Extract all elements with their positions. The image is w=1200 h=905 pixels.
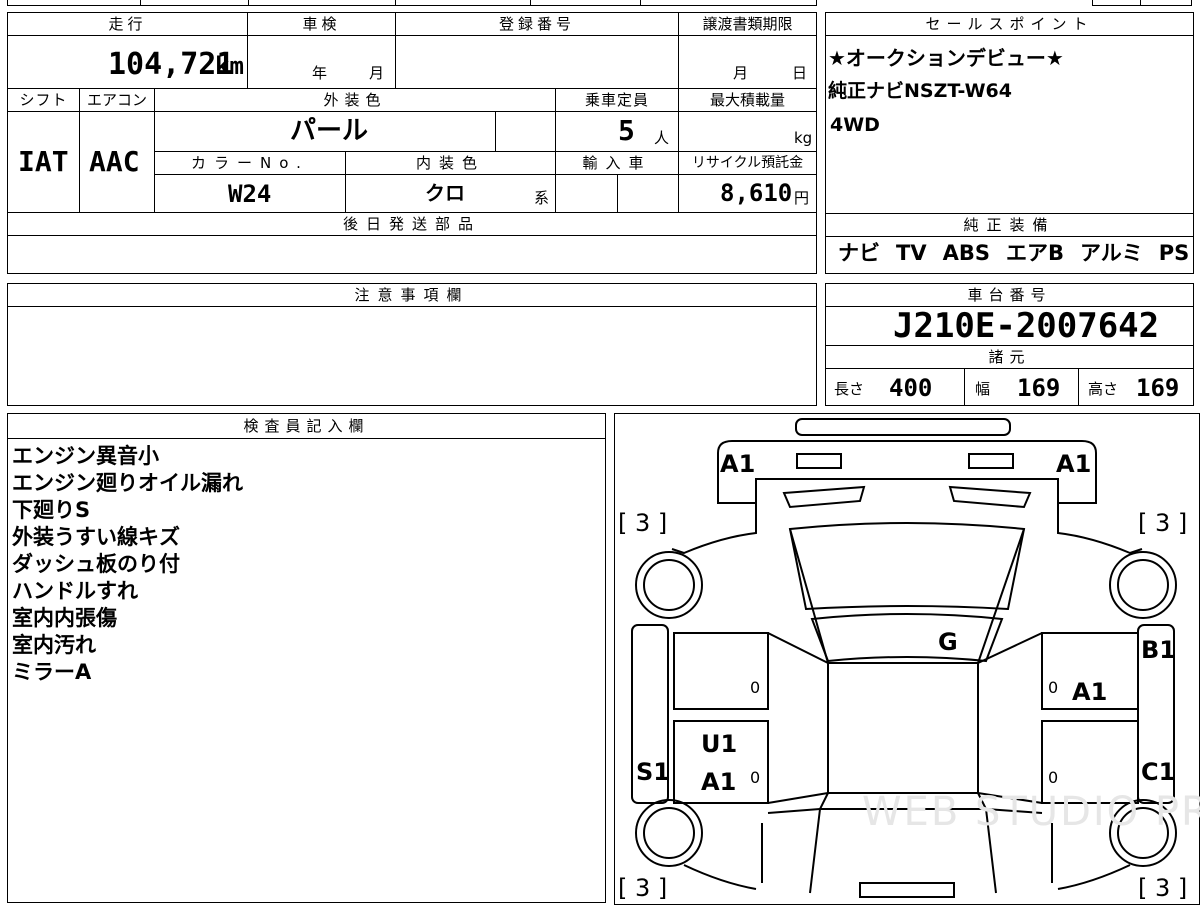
inspector-line: ミラーA: [12, 660, 92, 684]
mileage-unit: km: [215, 52, 244, 80]
mark-door-rr-zero: 0: [1048, 768, 1059, 787]
interior-unit: 系: [534, 189, 550, 207]
chassis-number: J210E-2007642: [893, 306, 1160, 346]
equipment-item: TV: [896, 241, 927, 265]
interior-value: クロ: [425, 181, 465, 205]
inspector-notes: エンジン異音小 エンジン廻りオイル漏れ 下廻りS 外装うすい線キズ ダッシュ板の…: [12, 443, 592, 686]
mark-door-rl-zero: 0: [750, 768, 761, 787]
sales-line-1: ★オークションデビュー★: [828, 46, 1064, 70]
equipment-list: ナビ TV ABS エアB アルミ PS PW: [838, 243, 1200, 264]
inspector-line: 室内汚れ: [12, 633, 96, 657]
inspector-line: ダッシュ板のり付: [12, 552, 180, 576]
equipment-item: アルミ: [1079, 241, 1143, 265]
mark-tire-fl: [ 3 ]: [618, 509, 668, 537]
mark-right-rear: C1: [1141, 758, 1176, 786]
spec-height-value: 169: [1136, 374, 1180, 402]
mark-front-right: A1: [1056, 450, 1092, 478]
aircon-header: エアコン: [79, 88, 155, 112]
transfer-day: 日: [792, 64, 808, 82]
mark-right-door: A1: [1072, 678, 1108, 706]
inspection-header: 車検: [247, 12, 396, 36]
capacity-value: 5: [618, 114, 635, 147]
inspector-header: 検査員記入欄: [7, 413, 606, 439]
top-cutoff-row: [7, 0, 817, 6]
mileage-header: 走行: [7, 12, 248, 36]
spec-width-label: 幅: [975, 380, 991, 398]
maxload-header: 最大積載量: [678, 88, 817, 112]
later-parts-header: 後日発送部品: [7, 212, 817, 236]
recycle-unit: 円: [794, 189, 810, 207]
inspector-line: エンジン異音小: [12, 444, 159, 468]
spec-height-label: 高さ: [1088, 380, 1119, 398]
shift-header: シフト: [7, 88, 80, 112]
colorno-header: カラーNo.: [154, 151, 346, 175]
sales-line-3: 4WD: [830, 114, 880, 136]
inspector-line: 室内内張傷: [12, 606, 117, 630]
sales-line-2: 純正ナビNSZT-W64: [828, 80, 1012, 102]
exterior-value: パール: [290, 116, 369, 146]
mark-door-fr-zero: 0: [1048, 678, 1059, 697]
import-header: 輸入車: [555, 151, 679, 175]
capacity-unit: 人: [654, 129, 670, 147]
chassis-header: 車台番号: [825, 283, 1194, 307]
registration-header: 登録番号: [395, 12, 679, 36]
mark-tire-rl: [ 3 ]: [618, 874, 668, 902]
sales-point-box: [825, 12, 1194, 214]
mark-tire-fr: [ 3 ]: [1138, 509, 1188, 537]
inspector-line: ハンドルすれ: [12, 579, 138, 603]
equipment-item: エアB: [1005, 241, 1064, 265]
spec-width-value: 169: [1017, 374, 1061, 402]
mark-tire-rr: [ 3 ]: [1138, 874, 1188, 902]
colorno-value: W24: [228, 180, 272, 208]
spec-length-value: 400: [889, 374, 933, 402]
specs-header: 諸元: [825, 345, 1194, 369]
mark-right-rocker: B1: [1141, 636, 1176, 664]
transfer-month: 月: [733, 64, 749, 82]
watermark: WEB STUDIO PRO: [862, 789, 1200, 835]
mark-windshield: G: [938, 628, 958, 656]
equipment-item: ABS: [942, 241, 990, 265]
genuine-equipment-header: 純正装備: [825, 213, 1194, 237]
recycle-value: 8,610: [720, 179, 793, 207]
equipment-item: ナビ: [838, 241, 880, 265]
mark-front-left: A1: [720, 450, 756, 478]
mark-door-fl-zero: 0: [750, 678, 761, 697]
recycle-header: リサイクル預託金: [678, 151, 817, 175]
capacity-header: 乗車定員: [555, 88, 679, 112]
inspection-month: 月: [369, 64, 385, 82]
spec-length-label: 長さ: [834, 380, 865, 398]
exterior-header: 外装色: [154, 88, 556, 112]
maxload-unit: kg: [794, 129, 813, 147]
transfer-header: 譲渡書類期限: [678, 12, 817, 36]
inspector-line: 外装うすい線キズ: [12, 525, 180, 549]
mark-left-door-a: A1: [701, 768, 737, 796]
interior-header: 内装色: [345, 151, 556, 175]
notes-header: 注意事項欄: [7, 283, 817, 307]
mark-left-door-u: U1: [701, 730, 738, 758]
aircon-value: AAC: [89, 145, 140, 178]
inspector-line: 下廻りS: [12, 498, 91, 522]
inspector-line: エンジン廻りオイル漏れ: [12, 471, 243, 495]
equipment-item: PS: [1158, 241, 1190, 265]
mark-left-rocker: S1: [636, 758, 670, 786]
inspection-year: 年: [312, 64, 328, 82]
sales-point-header: セールスポイント: [825, 12, 1194, 36]
shift-value: IAT: [18, 145, 69, 178]
